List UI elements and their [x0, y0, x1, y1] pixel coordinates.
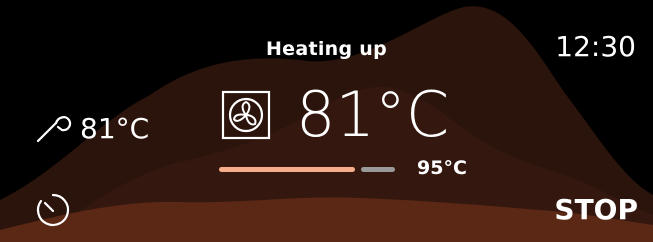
fan-icon[interactable]: [221, 90, 271, 140]
oven-display: Heating up 12:30 81°C 81°C 95°C STOP: [0, 0, 653, 242]
stop-button[interactable]: STOP: [554, 193, 638, 226]
oven-current-temperature[interactable]: 81°C: [296, 84, 449, 146]
meat-probe-readout: 81°C: [36, 110, 149, 146]
cooking-mode-display: 81°C: [221, 84, 449, 146]
heating-progress-remaining: [361, 167, 395, 172]
heating-progress-fill: [219, 167, 355, 172]
timer-icon[interactable]: [33, 190, 73, 230]
meat-probe-icon: [36, 113, 74, 143]
heating-progress-bar: [219, 167, 395, 173]
clock-time: 12:30: [555, 30, 636, 63]
target-temperature[interactable]: 95°C: [417, 157, 467, 179]
probe-temperature: 81°C: [80, 111, 150, 145]
